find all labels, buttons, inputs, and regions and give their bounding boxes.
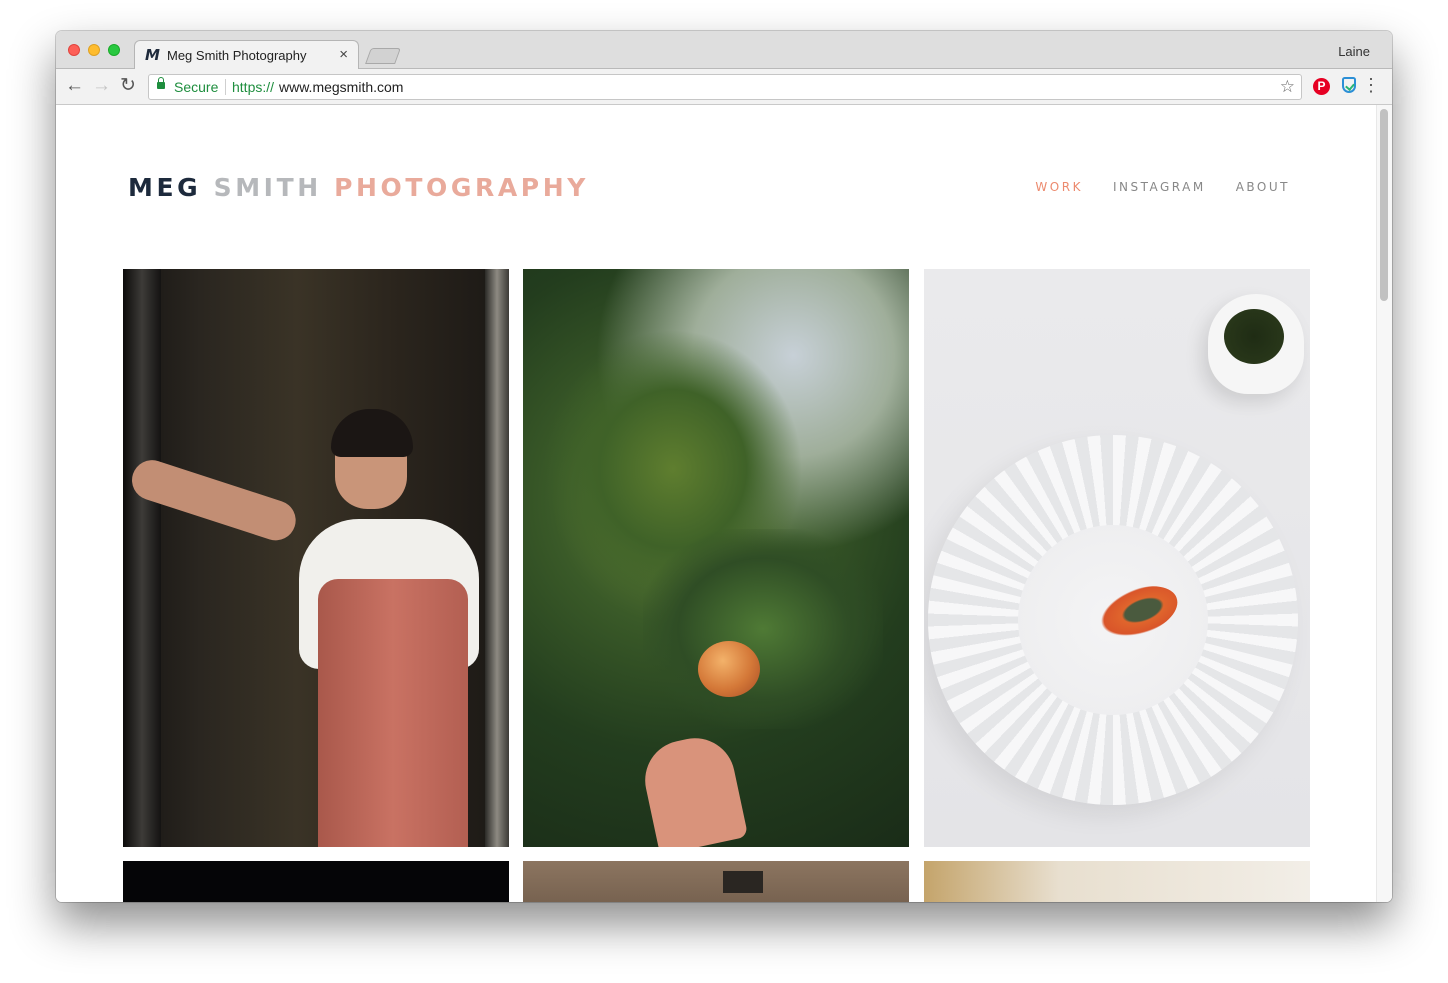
outdoor-photo[interactable] [924, 861, 1310, 902]
url-divider [225, 79, 226, 95]
tab-title: Meg Smith Photography [167, 48, 307, 63]
close-window-button[interactable] [68, 44, 80, 56]
chef-portrait-photo[interactable] [123, 269, 509, 847]
pinterest-extension-icon[interactable]: P [1313, 78, 1330, 95]
scrollbar-thumb[interactable] [1380, 109, 1388, 301]
site-logo[interactable]: MEG SMITH PHOTOGRAPHY [128, 173, 589, 202]
bookmark-star-icon[interactable]: ☆ [1280, 77, 1295, 97]
url-scheme: https:// [232, 79, 275, 95]
new-tab-button[interactable] [365, 48, 401, 64]
shield-extension-icon[interactable] [1342, 77, 1356, 93]
wooden-door-photo[interactable] [523, 861, 909, 902]
browser-menu-icon[interactable]: ⋮ [1362, 75, 1380, 95]
forward-arrow-icon[interactable]: → [92, 75, 111, 97]
back-arrow-icon[interactable]: ← [65, 75, 84, 97]
peach-tree-photo[interactable] [523, 269, 909, 847]
maximize-window-button[interactable] [108, 44, 120, 56]
dark-photo[interactable] [123, 861, 509, 902]
lock-icon [157, 77, 165, 89]
address-bar[interactable]: Secure https:// www.megsmith.com ☆ [148, 74, 1302, 100]
logo-word-smith: SMITH [213, 173, 322, 202]
browser-tab[interactable]: M Meg Smith Photography × [134, 40, 359, 70]
minimize-window-button[interactable] [88, 44, 100, 56]
tab-bar: M Meg Smith Photography × Laine [56, 31, 1392, 70]
page-scrollbar[interactable] [1376, 105, 1392, 902]
nav-link-instagram[interactable]: INSTAGRAM [1113, 180, 1206, 194]
site-favicon-icon: M [145, 46, 160, 64]
plated-dish-photo[interactable] [924, 269, 1310, 847]
profile-name[interactable]: Laine [1338, 44, 1370, 59]
logo-word-photography: PHOTOGRAPHY [334, 173, 589, 202]
tab-close-icon[interactable]: × [339, 46, 348, 63]
reload-icon[interactable]: ↻ [120, 75, 136, 97]
browser-window: M Meg Smith Photography × Laine ← → ↻ Se… [56, 31, 1392, 902]
secure-label: Secure [174, 79, 219, 95]
nav-link-about[interactable]: ABOUT [1236, 180, 1290, 194]
site-nav: WORK INSTAGRAM ABOUT [1035, 180, 1290, 194]
browser-toolbar: ← → ↻ Secure https:// www.megsmith.com ☆… [56, 69, 1392, 105]
url-host: www.megsmith.com [279, 79, 404, 95]
nav-link-work[interactable]: WORK [1035, 180, 1083, 194]
logo-word-meg: MEG [128, 173, 202, 202]
page-viewport: MEG SMITH PHOTOGRAPHY WORK INSTAGRAM ABO… [56, 105, 1392, 902]
